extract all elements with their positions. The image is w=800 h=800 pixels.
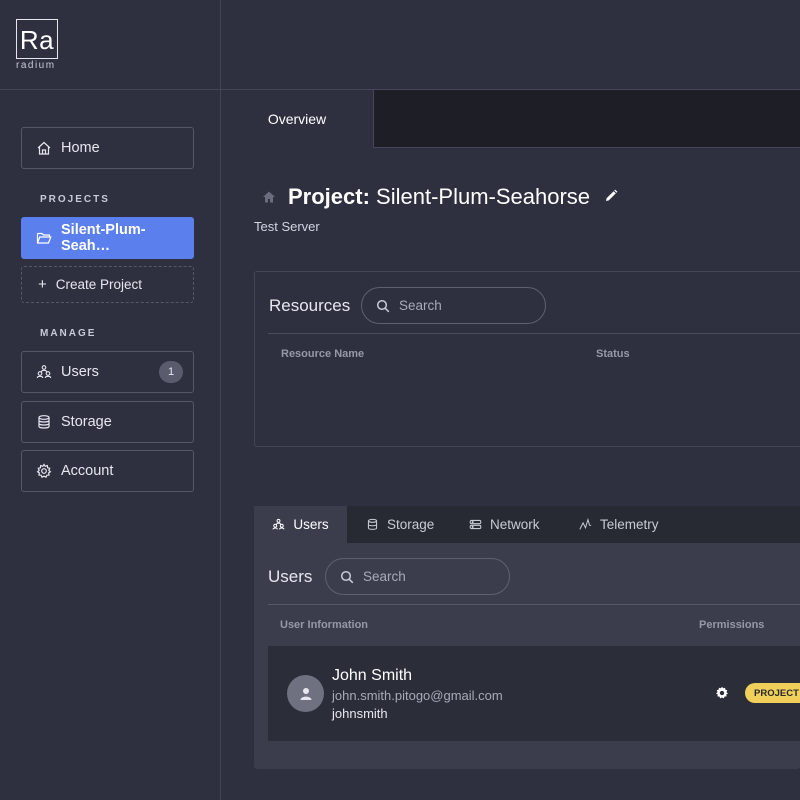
database-icon [367,518,378,530]
detail-tabs: Users Storage Network Telemetry [254,506,800,543]
pencil-icon[interactable] [604,189,618,203]
project-title: Project: Silent-Plum-Seahorse [288,184,590,210]
sidebar-item-label: Storage [61,414,112,430]
server-icon [469,519,482,530]
project-name: Silent-Plum-Seahorse [376,184,591,209]
create-project-button[interactable]: + Create Project [21,266,194,303]
gear-icon [36,463,52,479]
column-header-resource-name[interactable]: Resource Name [281,348,364,360]
user-name: John Smith [332,667,413,684]
users-title: Users [268,567,313,586]
column-header-user-information[interactable]: User Information [280,619,368,631]
sidebar-item-label: Home [61,140,100,156]
users-icon [272,518,285,530]
resources-title: Resources [269,296,351,315]
avatar [287,675,324,712]
projects-heading: PROJECTS [40,194,110,205]
tab-label: Storage [387,517,435,532]
column-header-permissions[interactable]: Permissions [699,619,764,631]
tab-label: Network [490,517,540,532]
brand-name: radium [16,60,56,71]
sidebar-item-label: Account [61,463,114,479]
telemetry-icon [579,518,592,530]
folder-open-icon [36,232,52,244]
top-header [221,0,800,90]
users-search-input[interactable] [363,569,473,584]
sidebar-item-users[interactable]: Users 1 [21,351,194,393]
tab-users[interactable]: Users [254,506,347,543]
tab-label: Users [293,517,329,532]
tab-storage[interactable]: Storage [366,506,434,543]
sidebar-item-account[interactable]: Account [21,450,194,492]
search-icon [376,299,390,312]
sidebar: Ra radium Home PROJECTS Silent-Plum-Seah… [0,0,221,800]
project-title-prefix: Project: [288,184,370,209]
tab-network[interactable]: Network [469,506,540,543]
divider [268,604,800,605]
divider [268,333,800,334]
project-subtitle: Test Server [254,219,320,234]
column-header-status[interactable]: Status [596,348,630,360]
users-icon [36,365,52,379]
manage-heading: MANAGE [40,328,97,339]
tab-label: Telemetry [600,517,659,532]
gear-icon[interactable] [715,686,729,700]
users-count-badge: 1 [159,361,183,383]
user-username: johnsmith [332,706,388,721]
sidebar-item-label: Silent-Plum-Seah… [61,222,146,254]
permission-badge: PROJECT A [745,683,800,703]
plus-icon: + [38,276,47,293]
tab-bar: Overview [221,90,800,148]
resources-search-input[interactable] [399,298,509,313]
user-email: john.smith.pitogo@gmail.com [332,688,503,703]
sidebar-item-storage[interactable]: Storage [21,401,194,443]
home-icon [37,141,51,155]
sidebar-item-home[interactable]: Home [21,127,194,169]
create-project-label: Create Project [55,277,143,292]
tab-overview[interactable]: Overview [221,90,374,148]
sidebar-item-project[interactable]: Silent-Plum-Seah… [21,217,194,259]
tab-telemetry[interactable]: Telemetry [579,506,659,543]
search-icon [340,570,354,583]
brand: Ra radium [0,0,221,90]
users-search[interactable] [325,558,510,595]
sidebar-item-label: Users [61,364,99,380]
home-icon[interactable] [262,190,276,204]
database-icon [38,415,50,429]
resources-search[interactable] [361,287,546,324]
logo[interactable]: Ra [16,19,58,59]
user-icon [300,687,311,700]
